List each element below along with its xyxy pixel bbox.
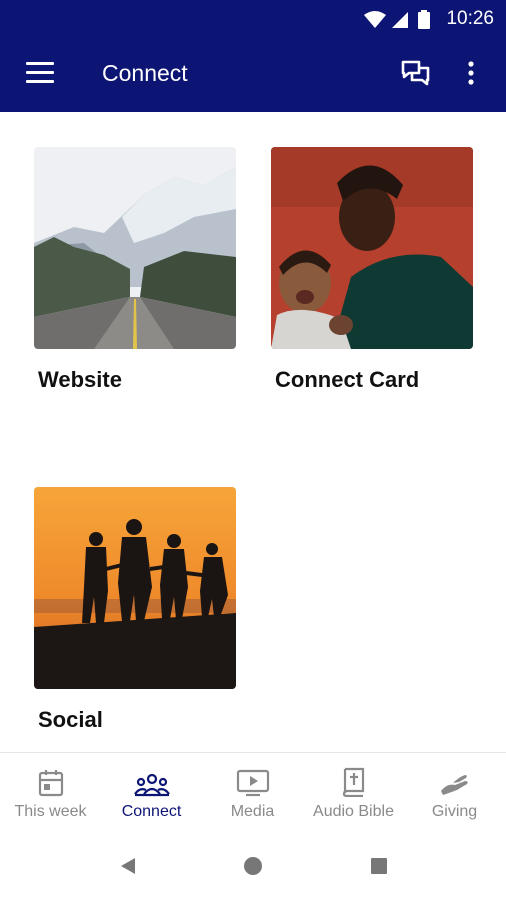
father-and-baby-photo [271, 147, 473, 349]
app-bar: Connect [0, 38, 506, 112]
nav-item-giving[interactable]: Giving [404, 753, 505, 837]
nav-item-connect[interactable]: Connect [101, 753, 202, 837]
nav-item-label: Connect [121, 803, 182, 820]
tile-website[interactable]: Website [34, 147, 236, 393]
status-bar: 10:26 [0, 0, 506, 38]
bible-icon [342, 767, 364, 797]
home-icon[interactable] [243, 856, 263, 881]
group-icon [133, 773, 170, 797]
nav-item-label: Giving [431, 803, 478, 820]
nav-item-this-week[interactable]: This week [0, 753, 101, 837]
nav-item-label: Audio Bible [313, 803, 394, 820]
nav-item-label: This week [14, 803, 87, 820]
recents-icon[interactable] [370, 857, 388, 880]
tile-connect-card[interactable]: Connect Card [271, 147, 473, 393]
status-icons [362, 9, 436, 36]
tile-social[interactable]: Social [34, 487, 236, 733]
nav-item-label: Media [230, 803, 275, 820]
nav-item-media[interactable]: Media [202, 753, 303, 837]
menu-icon[interactable] [26, 62, 54, 86]
bottom-navigation: This week Connect Media Audio Bible Givi… [0, 752, 506, 837]
family-sunset-silhouette-photo [34, 487, 236, 689]
status-time: 10:26 [446, 8, 494, 29]
calendar-icon [38, 770, 63, 797]
battery-icon [418, 10, 430, 29]
chat-icon[interactable] [400, 59, 432, 94]
tile-label: Website [38, 367, 122, 392]
signal-icon [392, 12, 408, 28]
back-icon[interactable] [119, 856, 137, 881]
nav-item-audio-bible[interactable]: Audio Bible [303, 753, 404, 837]
page-title: Connect [102, 60, 188, 86]
mountain-road-photo [34, 147, 236, 349]
system-navigation-bar [0, 836, 506, 900]
more-vert-icon[interactable] [466, 60, 476, 93]
giving-hand-icon [440, 775, 468, 795]
wifi-icon [364, 11, 386, 28]
tile-label: Social [38, 707, 103, 732]
tile-label: Connect Card [275, 367, 420, 392]
play-screen-icon [236, 769, 269, 797]
